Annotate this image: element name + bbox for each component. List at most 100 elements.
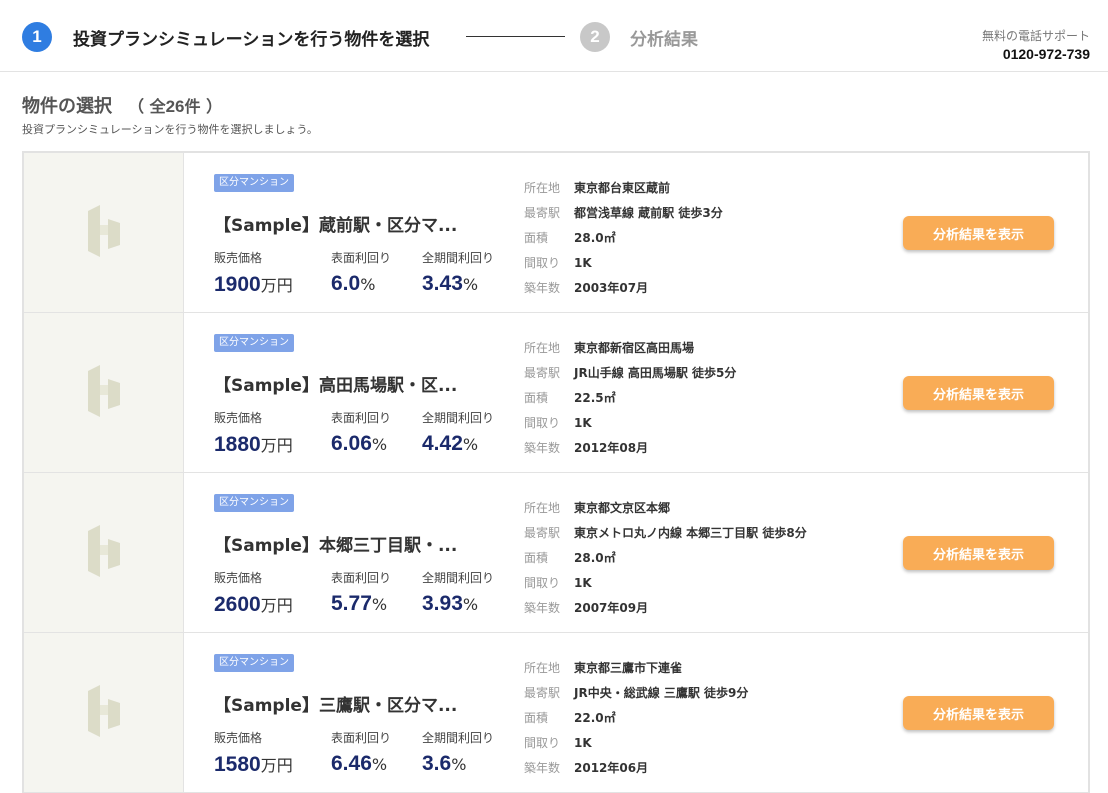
- property-thumbnail: [24, 633, 184, 792]
- step-1-number: 1: [22, 22, 52, 52]
- step-1: 1 投資プランシミュレーションを行う物件を選択: [22, 22, 429, 52]
- price-metric: 販売価格 2600万円: [214, 569, 293, 617]
- support-label: 無料の電話サポート: [981, 29, 1090, 43]
- detail-row-layout: 間取り 1K: [524, 410, 884, 435]
- property-type-badge: 区分マンション: [214, 334, 294, 352]
- detail-row-age: 築年数 2012年08月: [524, 435, 884, 460]
- station-label: 最寄駅: [524, 686, 561, 700]
- percent-unit: %: [462, 595, 479, 614]
- area-value: 22.5㎡: [574, 391, 616, 405]
- property-name[interactable]: 【Sample】三鷹駅・区分マ...: [214, 691, 514, 716]
- surface-yield-label: 表面利回り: [331, 571, 392, 585]
- area-value: 28.0㎡: [574, 231, 616, 245]
- surface-yield-metric: 表面利回り 6.0%: [331, 249, 391, 296]
- detail-row-age: 築年数 2007年09月: [524, 595, 884, 620]
- surface-yield-metric: 表面利回り 6.46%: [331, 729, 391, 776]
- address-label: 所在地: [524, 501, 561, 515]
- surface-yield-label: 表面利回り: [331, 731, 392, 745]
- show-analysis-button[interactable]: 分析結果を表示: [903, 536, 1054, 570]
- address-value: 東京都台東区蔵前: [574, 181, 671, 195]
- station-label: 最寄駅: [524, 206, 561, 220]
- address-value: 東京都新宿区高田馬場: [574, 341, 695, 355]
- area-value: 28.0㎡: [574, 551, 616, 565]
- detail-row-address: 所在地 東京都文京区本郷: [524, 495, 884, 520]
- property-details: 所在地 東京都文京区本郷 最寄駅 東京メトロ丸ノ内線 本郷三丁目駅 徒歩8分 面積 2…: [524, 495, 884, 620]
- price-label: 販売価格: [214, 411, 263, 425]
- detail-row-area: 面積 22.5㎡: [524, 385, 884, 410]
- layout-label: 間取り: [524, 256, 561, 270]
- detail-row-station: 最寄駅 JR山手線 高田馬場駅 徒歩5分: [524, 360, 884, 385]
- age-label: 築年数: [524, 761, 561, 775]
- layout-value: 1K: [574, 735, 592, 750]
- property-thumbnail: [24, 153, 184, 312]
- price-label: 販売価格: [214, 571, 263, 585]
- price-unit: 万円: [260, 276, 293, 295]
- detail-row-layout: 間取り 1K: [524, 570, 884, 595]
- surface-yield-value: 6.46: [331, 752, 372, 775]
- total-yield-value: 3.93: [422, 592, 463, 615]
- property-info: 区分マンション 【Sample】蔵前駅・区分マ... 販売価格 1900万円 表…: [214, 153, 514, 313]
- surface-yield-value: 6.06: [331, 432, 372, 455]
- show-analysis-button[interactable]: 分析結果を表示: [903, 696, 1054, 730]
- station-label: 最寄駅: [524, 366, 561, 380]
- built-value: 2012年06月: [574, 761, 649, 775]
- property-card: 区分マンション 【Sample】本郷三丁目駅・... 販売価格 2600万円 表…: [24, 473, 1088, 633]
- station-label: 最寄駅: [524, 526, 561, 540]
- surface-yield-metric: 表面利回り 6.06%: [331, 409, 391, 456]
- building-placeholder-icon: [86, 204, 122, 261]
- show-analysis-button[interactable]: 分析結果を表示: [903, 376, 1054, 410]
- price-label: 販売価格: [214, 731, 263, 745]
- detail-row-station: 最寄駅 東京メトロ丸ノ内線 本郷三丁目駅 徒歩8分: [524, 520, 884, 545]
- area-label: 面積: [524, 391, 549, 405]
- property-info: 区分マンション 【Sample】本郷三丁目駅・... 販売価格 2600万円 表…: [214, 473, 514, 633]
- surface-yield-label: 表面利回り: [331, 411, 392, 425]
- property-details: 所在地 東京都新宿区高田馬場 最寄駅 JR山手線 高田馬場駅 徒歩5分 面積 22.5…: [524, 335, 884, 460]
- price-metric: 販売価格 1580万円: [214, 729, 293, 777]
- building-placeholder-icon: [86, 684, 122, 741]
- built-value: 2003年07月: [574, 281, 649, 295]
- show-analysis-button[interactable]: 分析結果を表示: [903, 216, 1054, 250]
- detail-row-layout: 間取り 1K: [524, 250, 884, 275]
- total-yield-value: 3.43: [422, 272, 463, 295]
- percent-unit: %: [451, 755, 467, 774]
- address-label: 所在地: [524, 341, 561, 355]
- section-header: 物件の選択 （ 全26件 ） 投資プランシミュレーションを行う物件を選択しましょ…: [22, 92, 318, 137]
- surface-yield-label: 表面利回り: [331, 251, 392, 265]
- built-value: 2012年08月: [574, 441, 649, 455]
- detail-row-address: 所在地 東京都台東区蔵前: [524, 175, 884, 200]
- section-subtitle: 投資プランシミュレーションを行う物件を選択しましょう。: [22, 123, 318, 136]
- property-metrics: 販売価格 2600万円 表面利回り 5.77% 全期間利回り 3.93%: [214, 569, 514, 619]
- support-phone[interactable]: 0120-972-739: [982, 46, 1090, 62]
- total-yield-metric: 全期間利回り 4.42%: [422, 409, 494, 456]
- total-yield-label: 全期間利回り: [422, 411, 495, 425]
- property-name[interactable]: 【Sample】高田馬場駅・区...: [214, 371, 514, 396]
- detail-row-address: 所在地 東京都新宿区高田馬場: [524, 335, 884, 360]
- station-value: JR中央・総武線 三鷹駅 徒歩9分: [574, 686, 749, 700]
- property-metrics: 販売価格 1580万円 表面利回り 6.46% 全期間利回り 3.6%: [214, 729, 514, 779]
- total-yield-label: 全期間利回り: [422, 251, 495, 265]
- property-thumbnail: [24, 473, 184, 632]
- total-yield-metric: 全期間利回り 3.93%: [422, 569, 494, 616]
- detail-row-address: 所在地 東京都三鷹市下連雀: [524, 655, 884, 680]
- percent-unit: %: [462, 275, 479, 294]
- price-value: 1580: [214, 753, 261, 776]
- area-label: 面積: [524, 231, 549, 245]
- total-yield-label: 全期間利回り: [422, 731, 495, 745]
- property-name[interactable]: 【Sample】蔵前駅・区分マ...: [214, 211, 514, 236]
- section-title: 物件の選択: [22, 96, 112, 117]
- area-label: 面積: [524, 711, 549, 725]
- area-label: 面積: [524, 551, 549, 565]
- property-details: 所在地 東京都三鷹市下連雀 最寄駅 JR中央・総武線 三鷹駅 徒歩9分 面積 22.0…: [524, 655, 884, 780]
- count-suffix: 件 ）: [184, 97, 223, 116]
- property-details: 所在地 東京都台東区蔵前 最寄駅 都営浅草線 蔵前駅 徒歩3分 面積 28.0㎡ 間取…: [524, 175, 884, 300]
- station-value: 東京メトロ丸ノ内線 本郷三丁目駅 徒歩8分: [574, 526, 807, 540]
- layout-label: 間取り: [524, 736, 561, 750]
- percent-unit: %: [371, 755, 388, 774]
- detail-row-area: 面積 22.0㎡: [524, 705, 884, 730]
- property-type-badge: 区分マンション: [214, 174, 294, 192]
- area-value: 22.0㎡: [574, 711, 616, 725]
- property-card: 区分マンション 【Sample】三鷹駅・区分マ... 販売価格 1580万円 表…: [24, 633, 1088, 793]
- property-name[interactable]: 【Sample】本郷三丁目駅・...: [214, 531, 514, 556]
- layout-value: 1K: [574, 255, 592, 270]
- price-label: 販売価格: [214, 251, 263, 265]
